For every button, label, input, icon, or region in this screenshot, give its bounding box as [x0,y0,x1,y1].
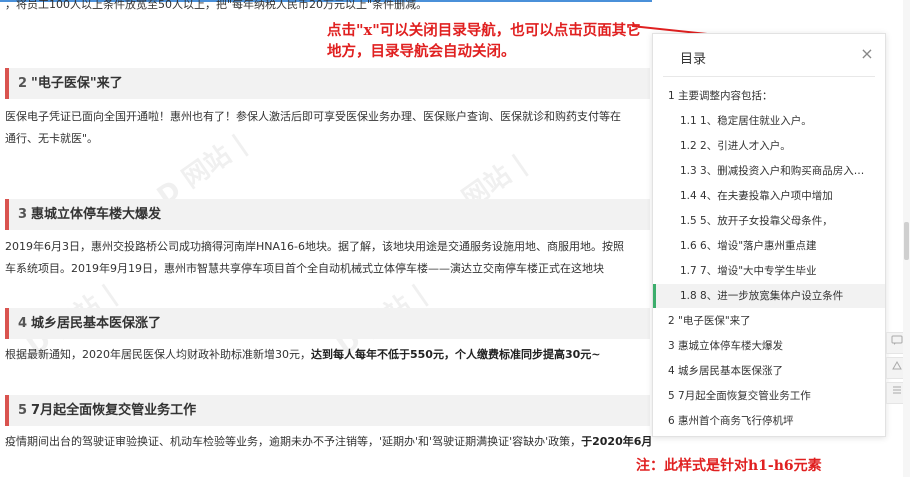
toc-item[interactable]: 1.7 7、增设"大中专学生毕业 [653,259,885,283]
toc-item[interactable]: 1.8 8、进一步放宽集体户设立条件 [653,284,885,308]
section-3-paragraph-2: 车系统项目。2019年9月19日，惠州市智慧共享停车项目首个全自动机械式立体停车… [5,262,604,275]
toc-item[interactable]: 6 惠州首个商务飞行停机坪 [653,409,885,433]
section-number: 4 [18,316,28,331]
footer-note: 注：此样式是针对h1-h6元素 [636,458,822,474]
paragraph-text: 根据最新通知，2020年居民医保人均财政补助标准新增30元， [5,348,311,361]
toc-item[interactable]: 1.5 5、放开子女投靠父母条件， [653,209,885,233]
toc-item[interactable]: 1.6 6、增设"落户惠州重点建 [653,234,885,258]
toc-item[interactable]: 1.2 2、引进人才入户。 [653,134,885,158]
section-title: 7月起全面恢复交管业务工作 [31,403,197,418]
section-title: 惠城立体停车楼大爆发 [31,207,162,222]
toc-title: 目录 [680,52,707,67]
section-heading-2: 2 "电子医保"来了 [5,68,650,99]
annotation-callout: 点击"x"可以关闭目录导航，也可以点击页面其它地方，目录导航会自动关闭。 [327,22,641,60]
toc-item[interactable]: 3 惠城立体停车楼大爆发 [653,334,885,358]
section-2-paragraph-1: 医保电子凭证已面向全国开通啦！惠州也有了！参保人激活后即可享受医保业务办理、医保… [5,110,621,123]
section-5-paragraph: 疫情期间出台的驾驶证审验换证、机动车检验等业务，逾期未办不予注销等，'延期办'和… [5,431,652,453]
paragraph-text: 疫情期间出台的驾驶证审验换证、机动车检验等业务，逾期未办不予注销等，'延期办'和… [5,435,582,448]
toc-item[interactable]: 4 城乡居民基本医保涨了 [653,359,885,383]
section-heading-5: 5 7月起全面恢复交管业务工作 [5,395,650,426]
section-2-paragraph-2: 通行、无卡就医"。 [5,132,99,145]
paragraph-bold-text: 达到每人每年不低于550元，个人缴费标准同步提高30元~ [311,348,601,361]
toc-item[interactable]: 5 7月起全面恢复交管业务工作 [653,384,885,408]
section-number: 3 [18,207,28,222]
section-number: 5 [18,403,28,418]
article-body: D 网站 | D 网站 | D 网站 | D 网站 | ，将员工100人以上条件… [0,0,652,477]
paragraph-bold-text: 于2020年6月30日停止执行！ [581,435,652,448]
section-heading-4: 4 城乡居民基本医保涨了 [5,308,650,339]
section-4-paragraph: 根据最新通知，2020年居民医保人均财政补助标准新增30元，达到每人每年不低于5… [5,344,600,366]
toc-divider [663,76,875,77]
scrollbar-thumb[interactable] [904,222,909,260]
section-number: 2 [18,76,28,91]
toc-item[interactable]: 2 "电子医保"来了 [653,309,885,333]
toc-panel: 目录 × 1 主要调整内容包括： 1.1 1、稳定居住就业入户。 1.2 2、引进人… [652,33,886,437]
toc-item[interactable]: 1.1 1、稳定居住就业入户。 [653,109,885,133]
close-icon[interactable]: × [859,45,875,63]
section-title: "电子医保"来了 [31,76,123,91]
section-3-paragraph-1: 2019年6月3日，惠州交投路桥公司成功摘得河南岸HNA16-6地块。据了解，该… [5,240,624,253]
toc-item[interactable]: 1 主要调整内容包括： [653,84,885,108]
toc-item[interactable]: 1.4 4、在夫妻投靠入户项中增加 [653,184,885,208]
intro-paragraph: ，将员工100人以上条件放宽至50人以上，把"每年纳税人民币20万元以上"条件删… [5,0,428,11]
toc-item[interactable]: 1.3 3、删减投资入户和购买商品房入… [653,159,885,183]
section-heading-3: 3 惠城立体停车楼大爆发 [5,199,650,230]
section-title: 城乡居民基本医保涨了 [31,316,162,331]
